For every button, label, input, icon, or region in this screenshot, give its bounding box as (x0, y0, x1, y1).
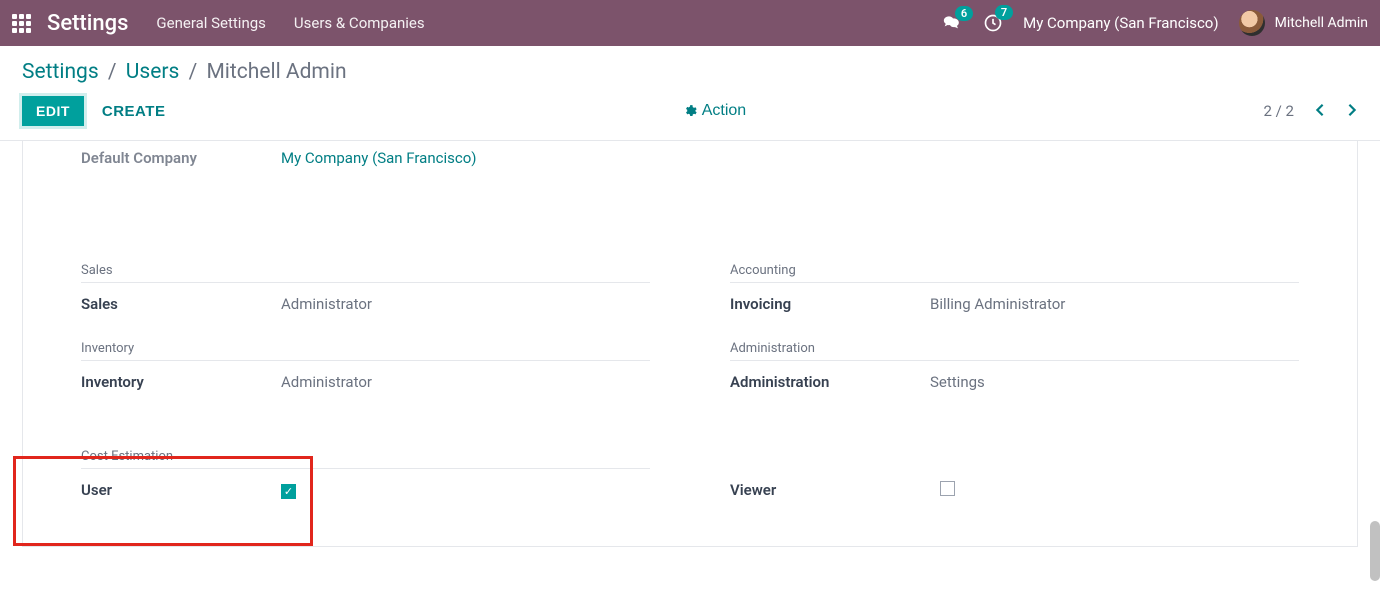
label-viewer: Viewer (730, 481, 940, 500)
field-user: User ✓ (81, 475, 650, 505)
user-menu[interactable]: Mitchell Admin (1239, 10, 1368, 36)
section-administration-title: Administration (730, 319, 1299, 361)
user-name: Mitchell Admin (1275, 15, 1368, 31)
label-administration: Administration (730, 373, 930, 391)
messaging-icon[interactable]: 6 (943, 14, 963, 32)
breadcrumb-users[interactable]: Users (126, 60, 180, 84)
control-bar: EDIT CREATE Action 2 / 2 (0, 84, 1380, 141)
messages-badge: 6 (955, 6, 973, 21)
form-sheet: Default Company My Company (San Francisc… (22, 141, 1358, 547)
pager-next[interactable] (1346, 101, 1358, 122)
pager[interactable]: 2 / 2 (1264, 102, 1295, 120)
label-inventory: Inventory (81, 373, 281, 391)
label-default-company: Default Company (81, 149, 281, 167)
value-default-company[interactable]: My Company (San Francisco) (281, 149, 476, 167)
field-inventory: Inventory Administrator (81, 367, 650, 397)
top-navbar: Settings General Settings Users & Compan… (0, 0, 1380, 46)
field-sales: Sales Administrator (81, 289, 650, 319)
field-invoicing: Invoicing Billing Administrator (730, 289, 1299, 319)
label-user: User (81, 481, 281, 499)
value-invoicing: Billing Administrator (930, 295, 1065, 313)
breadcrumb-row: Settings / Users / Mitchell Admin (0, 46, 1380, 84)
section-cost-estimation-title: Cost Estimation (81, 427, 650, 469)
edit-button[interactable]: EDIT (22, 96, 84, 126)
action-label: Action (702, 102, 746, 120)
create-button[interactable]: CREATE (102, 103, 166, 120)
field-viewer: Viewer (730, 475, 1299, 506)
breadcrumb-current: Mitchell Admin (206, 60, 346, 84)
section-accounting-title: Accounting (730, 241, 1299, 283)
section-inventory-title: Inventory (81, 319, 650, 361)
label-invoicing: Invoicing (730, 295, 930, 313)
breadcrumb-settings[interactable]: Settings (22, 60, 99, 84)
label-sales: Sales (81, 295, 281, 313)
chevron-right-icon (1346, 103, 1358, 117)
pager-prev[interactable] (1314, 101, 1326, 122)
scrollbar-vertical[interactable] (1370, 521, 1380, 581)
gear-icon (683, 104, 697, 118)
activities-badge: 7 (995, 5, 1013, 20)
app-title: Settings (47, 11, 128, 36)
apps-icon[interactable] (12, 14, 31, 33)
field-default-company: Default Company My Company (San Francisc… (81, 141, 1299, 171)
action-dropdown[interactable]: Action (683, 102, 746, 120)
value-sales: Administrator (281, 295, 372, 313)
company-selector[interactable]: My Company (San Francisco) (1023, 14, 1218, 32)
activities-icon[interactable]: 7 (983, 13, 1003, 33)
field-administration: Administration Settings (730, 367, 1299, 397)
nav-link-general-settings[interactable]: General Settings (156, 14, 266, 32)
value-inventory: Administrator (281, 373, 372, 391)
avatar (1239, 10, 1265, 36)
value-administration: Settings (930, 373, 985, 391)
chevron-left-icon (1314, 103, 1326, 117)
section-sales-title: Sales (81, 241, 650, 283)
nav-link-users-companies[interactable]: Users & Companies (294, 14, 425, 32)
checkbox-user[interactable]: ✓ (281, 484, 296, 499)
checkbox-viewer[interactable] (940, 481, 955, 496)
breadcrumb: Settings / Users / Mitchell Admin (22, 60, 1358, 84)
